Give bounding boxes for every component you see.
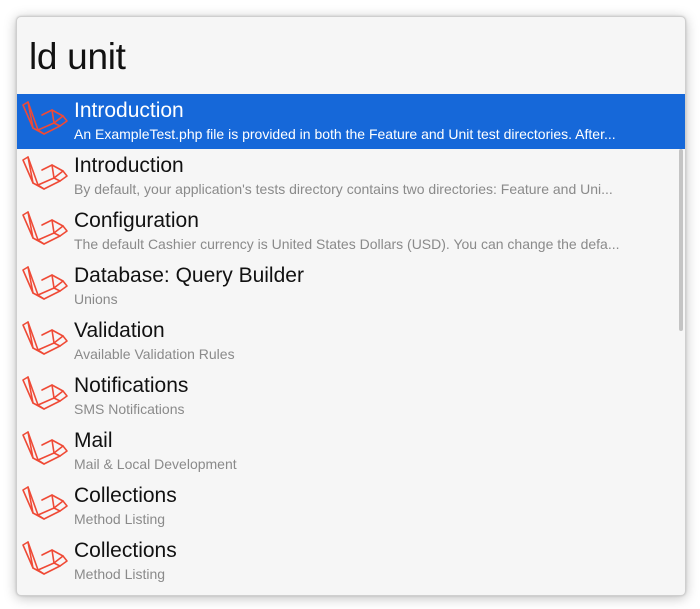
laravel-logo-icon xyxy=(21,431,69,471)
result-item[interactable]: Collections Method Listing xyxy=(17,534,685,589)
result-title: Validation xyxy=(74,319,165,342)
result-subtitle: Method Listing xyxy=(74,511,166,527)
laravel-logo-icon xyxy=(21,266,69,306)
result-item[interactable]: Validation Available Validation Rules xyxy=(17,314,685,369)
result-title: Introduction xyxy=(74,99,184,122)
result-subtitle: Available Validation Rules xyxy=(74,346,235,362)
result-title: Notifications xyxy=(74,374,189,397)
laravel-logo-icon xyxy=(21,541,69,581)
laravel-logo-icon xyxy=(21,486,69,526)
result-item[interactable]: Database: Query Builder Unions xyxy=(17,259,685,314)
laravel-logo-icon xyxy=(21,211,69,251)
result-item[interactable]: Configuration The default Cashier curren… xyxy=(17,204,685,259)
result-subtitle: An ExampleTest.php file is provided in b… xyxy=(74,126,616,142)
laravel-logo-icon xyxy=(21,101,69,141)
result-item[interactable]: Mail Mail & Local Development xyxy=(17,424,685,479)
result-title: Collections xyxy=(74,484,177,507)
scrollbar[interactable] xyxy=(679,149,683,331)
search-input[interactable]: ld unit xyxy=(17,17,685,94)
launcher-window: ld unit Introduction An ExampleTest.php … xyxy=(16,16,686,596)
result-item[interactable]: Introduction An ExampleTest.php file is … xyxy=(17,94,685,149)
results-list: Introduction An ExampleTest.php file is … xyxy=(17,94,685,595)
laravel-logo-icon xyxy=(21,376,69,416)
result-subtitle: Mail & Local Development xyxy=(74,456,237,472)
result-title: Database: Query Builder xyxy=(74,264,304,287)
laravel-logo-icon xyxy=(21,321,69,361)
result-item[interactable]: Notifications SMS Notifications xyxy=(17,369,685,424)
result-item[interactable]: Collections Method Listing xyxy=(17,479,685,534)
result-subtitle: By default, your application's tests dir… xyxy=(74,181,613,197)
result-item[interactable]: Introduction By default, your applicatio… xyxy=(17,149,685,204)
result-subtitle: The default Cashier currency is United S… xyxy=(74,236,620,252)
result-title: Configuration xyxy=(74,209,199,232)
result-title: Introduction xyxy=(74,154,184,177)
laravel-logo-icon xyxy=(21,156,69,196)
result-subtitle: Unions xyxy=(74,291,118,307)
result-subtitle: Method Listing xyxy=(74,566,166,582)
result-title: Mail xyxy=(74,429,113,452)
result-title: Collections xyxy=(74,539,177,562)
result-subtitle: SMS Notifications xyxy=(74,401,185,417)
